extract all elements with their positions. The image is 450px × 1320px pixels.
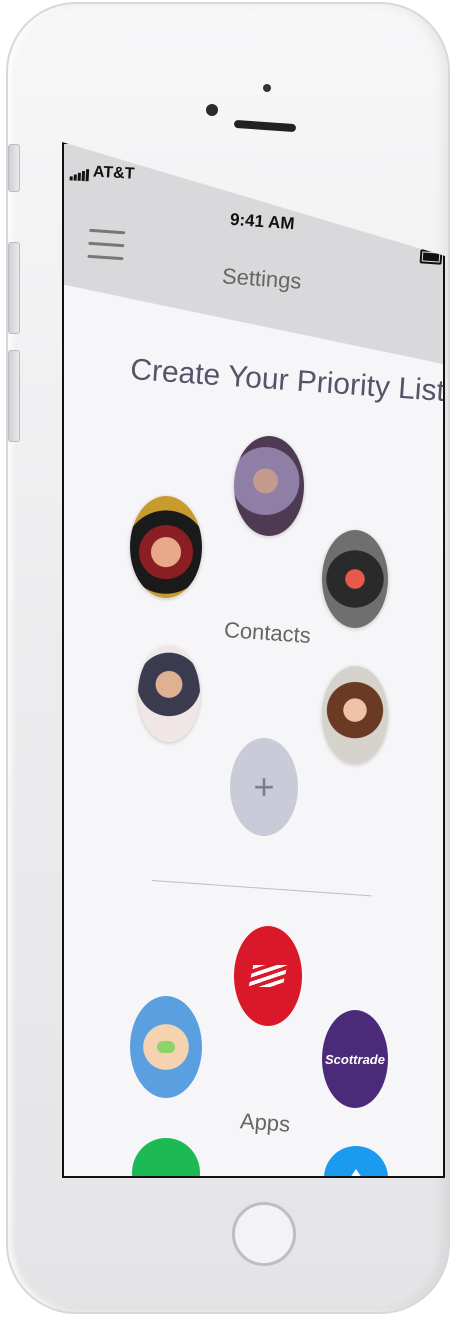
bank-of-america-icon[interactable] [234,926,302,1026]
contact-avatar[interactable] [130,496,202,598]
baby-app-icon[interactable] [130,996,202,1098]
spotify-icon[interactable] [132,1138,200,1176]
volume-down-button [8,350,20,442]
contacts-label: Contacts [223,617,312,648]
carrier-label: AT&T [92,163,135,183]
earpiece-speaker [233,119,297,133]
plus-icon: + [253,766,275,807]
signal-strength-icon [69,162,91,182]
blue-arrow-app-icon[interactable] [324,1146,388,1176]
contact-avatar[interactable] [322,530,388,628]
volume-up-button [8,242,20,334]
battery-icon [419,249,443,265]
contact-avatar[interactable] [234,436,304,536]
page-title: Create Your Priority List [129,353,445,408]
mute-switch [8,144,20,192]
status-carrier: AT&T [69,162,135,183]
scottrade-icon[interactable]: Scottrade [322,1010,388,1108]
scottrade-logo-text: Scottrade [325,1051,385,1067]
home-button[interactable] [232,1202,296,1266]
apps-label: Apps [239,1108,292,1137]
proximity-sensor [263,84,271,92]
front-camera [206,104,218,116]
add-contact-button[interactable]: + [230,738,298,836]
contact-avatar[interactable] [138,646,200,742]
phone-frame: AT&T 9:41 AM Settings Create Your Priori… [6,2,450,1314]
hamburger-menu-icon[interactable] [87,228,126,270]
contact-avatar[interactable] [322,666,388,764]
screen: AT&T 9:41 AM Settings Create Your Priori… [62,142,445,1178]
section-divider [151,880,372,897]
nav-title: Settings [221,263,303,294]
